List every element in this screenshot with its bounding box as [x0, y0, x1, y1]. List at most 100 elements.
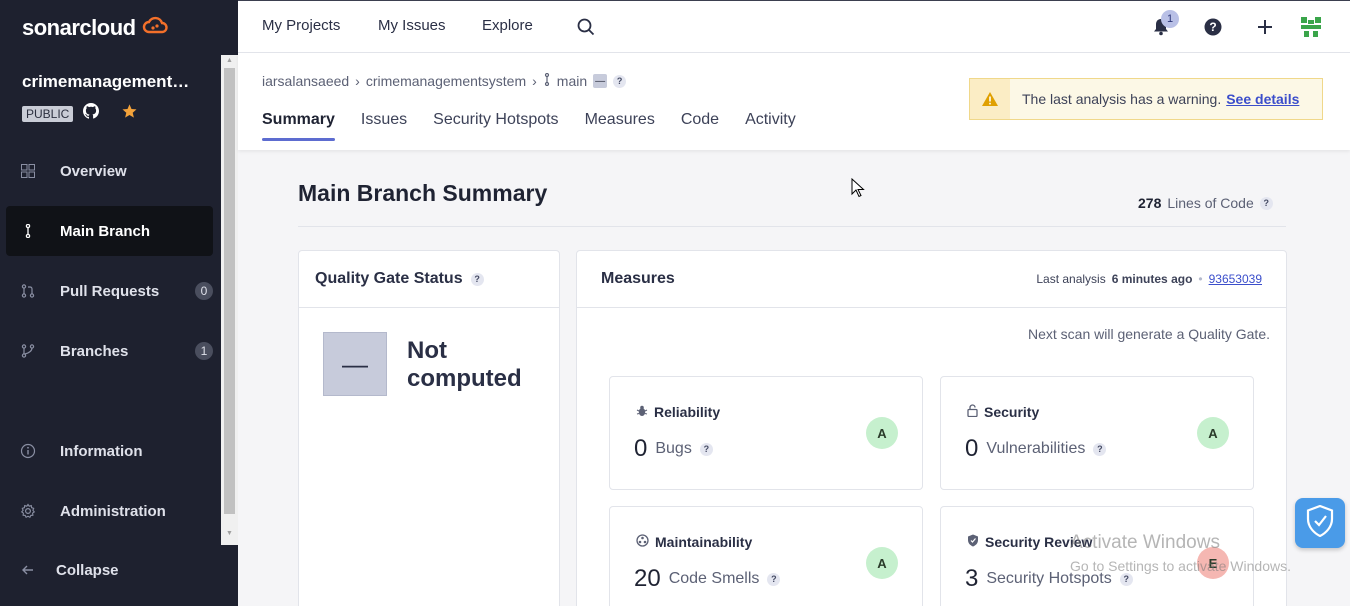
nav-my-issues[interactable]: My Issues — [378, 17, 446, 34]
quality-gate-title: Quality Gate Status — [315, 270, 463, 287]
quality-gate-status: Not computed — [407, 337, 522, 392]
breadcrumb: iarsalansaeed › crimemanagementsystem › … — [262, 72, 627, 89]
tab-measures[interactable]: Measures — [585, 111, 655, 141]
quality-gate-header: Quality Gate Status ? — [299, 251, 559, 308]
breadcrumb-project[interactable]: crimemanagementsystem — [366, 73, 526, 89]
security-shield-button[interactable] — [1295, 498, 1345, 548]
project-badges: PUBLIC — [22, 103, 138, 124]
shield-check-icon — [1306, 504, 1334, 542]
shield-icon — [967, 534, 979, 550]
sidebar-item-label: Branches — [60, 342, 129, 360]
tab-summary[interactable]: Summary — [262, 111, 335, 141]
tab-security-hotspots[interactable]: Security Hotspots — [433, 111, 558, 141]
code-smells-help-icon[interactable]: ? — [767, 572, 781, 586]
branch-icon — [20, 223, 36, 239]
bugs-unit: Bugs — [655, 440, 692, 457]
github-icon[interactable] — [83, 103, 100, 124]
scroll-down-icon[interactable]: ▼ — [225, 530, 234, 537]
maintainability-icon — [636, 534, 649, 550]
sidebar-item-administration[interactable]: Administration — [6, 486, 213, 536]
quality-gate-status-box: — — [323, 332, 387, 396]
security-hotspots-help-icon[interactable]: ? — [1119, 572, 1133, 586]
reliability-title: Reliability — [636, 404, 720, 420]
star-icon[interactable] — [121, 103, 138, 124]
sidebar-item-label: Overview — [60, 162, 127, 180]
maintainability-card[interactable]: Maintainability 20 Code Smells ? A — [609, 506, 923, 606]
divider — [298, 226, 1286, 227]
lines-of-code: 278 Lines of Code ? — [1138, 195, 1273, 211]
windows-activation-watermark: Activate Windows Go to Settings to activ… — [1070, 532, 1291, 574]
analysis-version-link[interactable]: 93653039 — [1209, 272, 1262, 286]
reliability-card[interactable]: Reliability 0 Bugs ? A — [609, 376, 923, 490]
nav-explore[interactable]: Explore — [482, 17, 533, 34]
separator-dot: • — [1198, 272, 1203, 286]
help-icon[interactable]: ? — [1202, 16, 1224, 38]
security-card[interactable]: Security 0 Vulnerabilities ? A — [940, 376, 1254, 490]
vulnerabilities-help-icon[interactable]: ? — [1093, 442, 1107, 456]
sidebar-item-label: Administration — [60, 502, 166, 520]
sidebar-item-overview[interactable]: Overview — [6, 146, 213, 196]
bugs-help-icon[interactable]: ? — [699, 442, 713, 456]
tab-activity[interactable]: Activity — [745, 111, 796, 141]
maintainability-label: Maintainability — [655, 534, 753, 550]
maintainability-rating[interactable]: A — [866, 547, 898, 579]
breadcrumb-branch[interactable]: main — [557, 73, 587, 89]
see-details-link[interactable]: See details — [1226, 91, 1299, 107]
gear-icon — [20, 503, 36, 519]
warning-icon — [970, 79, 1010, 119]
sidebar-item-information[interactable]: Information — [6, 426, 213, 476]
tab-code[interactable]: Code — [681, 111, 719, 141]
reliability-rating[interactable]: A — [866, 417, 898, 449]
reliability-label: Reliability — [654, 404, 721, 420]
sidebar-item-branches[interactable]: Branches 1 — [6, 326, 213, 376]
code-smells-unit: Code Smells — [668, 570, 760, 587]
tab-issues[interactable]: Issues — [361, 111, 407, 141]
info-icon — [20, 443, 36, 459]
arrow-left-icon — [20, 562, 36, 578]
security-hotspots-value[interactable]: 3 — [965, 565, 978, 593]
branch-icon — [543, 72, 551, 89]
next-scan-note: Next scan will generate a Quality Gate. — [1027, 326, 1270, 342]
scroll-up-icon[interactable]: ▲ — [225, 57, 234, 64]
breadcrumb-org[interactable]: iarsalansaeed — [262, 73, 349, 89]
cloud-logo-icon — [142, 14, 168, 42]
loc-help-icon[interactable]: ? — [1259, 196, 1273, 210]
bug-icon — [636, 404, 648, 420]
loc-label: Lines of Code — [1167, 195, 1254, 211]
brand-name: sonarcloud — [22, 15, 136, 40]
vulnerabilities-value[interactable]: 0 — [965, 435, 978, 463]
branches-count: 1 — [195, 342, 213, 360]
lock-icon — [967, 404, 978, 420]
sidebar-item-pull-requests[interactable]: Pull Requests 0 — [6, 266, 213, 316]
security-label: Security — [984, 404, 1040, 420]
collapse-button[interactable]: Collapse — [6, 545, 213, 595]
sidebar: sonarcloud crimemanagements... PUBLIC Ov… — [0, 0, 238, 606]
scrollbar-thumb[interactable] — [224, 68, 235, 514]
quality-gate-help-icon[interactable]: ? — [470, 272, 484, 286]
last-analysis-label: Last analysis — [1036, 272, 1106, 286]
top-navbar: My Projects My Issues Explore 1 ? — [238, 0, 1350, 53]
plus-icon[interactable] — [1254, 16, 1276, 38]
branch-help-icon[interactable]: ? — [613, 74, 627, 88]
code-smells-measure: 20 Code Smells ? — [634, 565, 781, 593]
measures-title: Measures — [601, 270, 675, 287]
loc-value: 278 — [1138, 195, 1162, 211]
project-name[interactable]: crimemanagements... — [22, 72, 192, 92]
vulnerabilities-measure: 0 Vulnerabilities ? — [965, 435, 1107, 463]
chevron-right-icon: › — [532, 73, 537, 89]
sidebar-item-main-branch[interactable]: Main Branch — [6, 206, 213, 256]
security-rating[interactable]: A — [1197, 417, 1229, 449]
project-header: iarsalansaeed › crimemanagementsystem › … — [238, 53, 1350, 150]
last-analysis-info: Last analysis 6 minutes ago • 93653039 — [1036, 272, 1262, 286]
nav-my-projects[interactable]: My Projects — [262, 17, 340, 34]
bugs-value[interactable]: 0 — [634, 435, 647, 463]
sonarcloud-logo[interactable]: sonarcloud — [22, 14, 168, 42]
svg-text:?: ? — [1209, 20, 1216, 34]
avatar[interactable] — [1298, 14, 1324, 40]
search-icon[interactable] — [575, 16, 597, 38]
analysis-warning-banner: The last analysis has a warning. See det… — [969, 78, 1323, 120]
bugs-measure: 0 Bugs ? — [634, 435, 713, 463]
measures-header: Measures Last analysis 6 minutes ago • 9… — [577, 251, 1286, 308]
code-smells-value[interactable]: 20 — [634, 565, 661, 593]
notification-count: 1 — [1161, 10, 1179, 28]
